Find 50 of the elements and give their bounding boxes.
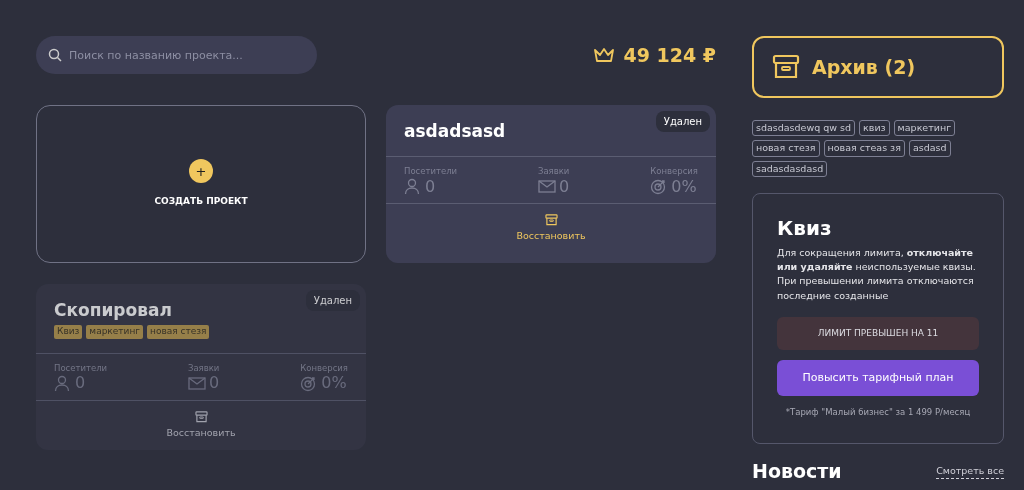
upgrade-button[interactable]: Повысить тарифный план xyxy=(777,360,979,397)
create-project-card[interactable]: + СОЗДАТЬ ПРОЕКТ xyxy=(36,105,366,263)
tag[interactable]: маркетинг xyxy=(893,120,956,137)
project-title: Скопировал xyxy=(54,300,172,321)
person-icon xyxy=(54,374,72,392)
restore-button[interactable]: Восстановить xyxy=(386,204,716,254)
envelope-icon xyxy=(537,178,556,196)
search-field[interactable]: Поиск по названию проекта... xyxy=(36,36,317,74)
tariff-note: *Тариф "Малый бизнес" за 1 499 Р/месяц xyxy=(784,406,972,419)
stat-value: 0% xyxy=(321,374,347,392)
project-tag: новая стезя xyxy=(147,325,210,339)
archive-icon xyxy=(194,410,208,423)
archive-button[interactable]: Архив (2) xyxy=(752,36,1004,98)
stat-value: 0 xyxy=(558,177,570,196)
stat-label: Посетители xyxy=(404,165,458,178)
tag[interactable]: новая стезя xyxy=(752,140,820,157)
tag[interactable]: asdasd xyxy=(908,140,951,157)
project-title: asdadsasd xyxy=(404,121,506,142)
limit-description: Для сокращения лимита, отключайте или удаляйте неиспользуемые квизы. При превышении лимита отключаются последние созданные xyxy=(777,245,977,303)
stat-value: 0 xyxy=(425,177,436,196)
stat-label: Конверсия xyxy=(650,165,698,178)
person-icon xyxy=(404,178,422,196)
plus-icon: + xyxy=(189,159,213,184)
project-tag: Квиз xyxy=(54,325,83,339)
stat-label: Конверсия xyxy=(300,361,348,375)
envelope-icon xyxy=(187,374,206,392)
balance-amount: 49 124 ₽ xyxy=(623,42,716,68)
limit-alert: ЛИМИТ ПРЕВЫШЕН НА 11 xyxy=(777,316,979,351)
search-icon xyxy=(48,48,62,62)
project-tag: маркетинг xyxy=(86,325,144,339)
status-badge: Удален xyxy=(305,290,360,311)
archive-icon xyxy=(772,54,800,80)
section-title: Новости xyxy=(752,460,842,483)
stat-label: Заявки xyxy=(187,361,220,375)
stat-value: 0% xyxy=(671,177,697,196)
tag[interactable]: sdasdasdewq qw sd xyxy=(752,120,856,137)
tag[interactable]: sadasdasdasd xyxy=(752,160,828,177)
stat-value: 0 xyxy=(208,374,220,392)
card-title: Квиз xyxy=(777,215,833,240)
stat-label: Заявки xyxy=(537,165,570,178)
stat-label: Посетители xyxy=(54,361,108,375)
status-badge: Удален xyxy=(655,111,710,132)
tag[interactable]: квиз xyxy=(859,120,890,137)
create-project-label: СОЗДАТЬ ПРОЕКТ xyxy=(154,195,248,209)
tag[interactable]: новая стеas зя xyxy=(823,140,905,157)
archive-icon xyxy=(544,214,558,227)
stat-value: 0 xyxy=(75,374,86,392)
crown-icon xyxy=(593,47,616,63)
restore-button[interactable]: Восстановить xyxy=(36,400,366,451)
view-all-link[interactable]: Смотреть все xyxy=(936,463,1004,479)
